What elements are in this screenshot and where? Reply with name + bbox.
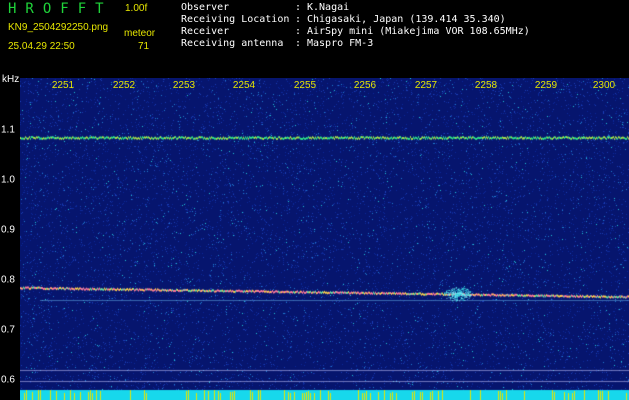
y-tick-label: 0.7 [1, 324, 15, 336]
x-tick-label: 2252 [112, 80, 136, 91]
spectrogram-plot [20, 78, 629, 400]
info-value: Chigasaki, Japan (139.414 35.340) [307, 14, 506, 25]
y-tick-label: 1.1 [1, 124, 15, 136]
info-key: Receiver [181, 26, 230, 37]
meteor-count: 71 [138, 41, 150, 52]
x-tick-label: 2255 [293, 80, 317, 91]
info-key: Receiving Location [181, 14, 290, 25]
info-row-antenna: Receiving antenna : Maspro FM-3 [181, 38, 530, 50]
version-label: 1.00f [125, 3, 148, 14]
y-tick-label: 0.6 [1, 374, 15, 386]
info-row-location: Receiving Location : Chigasaki, Japan (1… [181, 14, 530, 26]
x-tick-label: 2254 [232, 80, 256, 91]
spectrogram-canvas [20, 78, 629, 400]
info-value: AirSpy mini (Miakejima VOR 108.65MHz) [307, 26, 530, 37]
x-tick-label: 2251 [51, 80, 75, 91]
info-block: Observer : K.Nagai Receiving Location : … [181, 2, 530, 50]
x-tick-label: 2256 [353, 80, 377, 91]
info-separator: : [295, 2, 302, 13]
header-panel: HROFFT 1.00f KN9_2504292250.png meteor 2… [0, 0, 629, 78]
info-separator: : [295, 26, 302, 37]
x-tick-label: 2259 [534, 80, 558, 91]
y-axis-unit: kHz [2, 74, 20, 85]
info-row-receiver: Receiver : AirSpy mini (Miakejima VOR 10… [181, 26, 530, 38]
x-tick-label: 2258 [474, 80, 498, 91]
app-title: HROFFT [8, 1, 113, 17]
filename-label: KN9_2504292250.png [8, 22, 109, 33]
x-tick-label: 2300 [592, 80, 616, 91]
datetime-label: 25.04.29 22:50 [8, 41, 75, 52]
y-tick-label: 0.8 [1, 274, 15, 286]
info-value: K.Nagai [307, 2, 350, 13]
y-tick-label: 0.9 [1, 224, 15, 236]
x-tick-label: 2253 [172, 80, 196, 91]
x-tick-label: 2257 [414, 80, 438, 91]
info-row-observer: Observer : K.Nagai [181, 2, 530, 14]
info-separator: : [295, 38, 302, 49]
info-separator: : [295, 14, 302, 25]
meteor-label: meteor [124, 28, 156, 39]
info-key: Observer [181, 2, 230, 13]
info-key: Receiving antenna [181, 38, 284, 49]
info-value: Maspro FM-3 [307, 38, 374, 49]
y-tick-label: 1.0 [1, 174, 15, 186]
